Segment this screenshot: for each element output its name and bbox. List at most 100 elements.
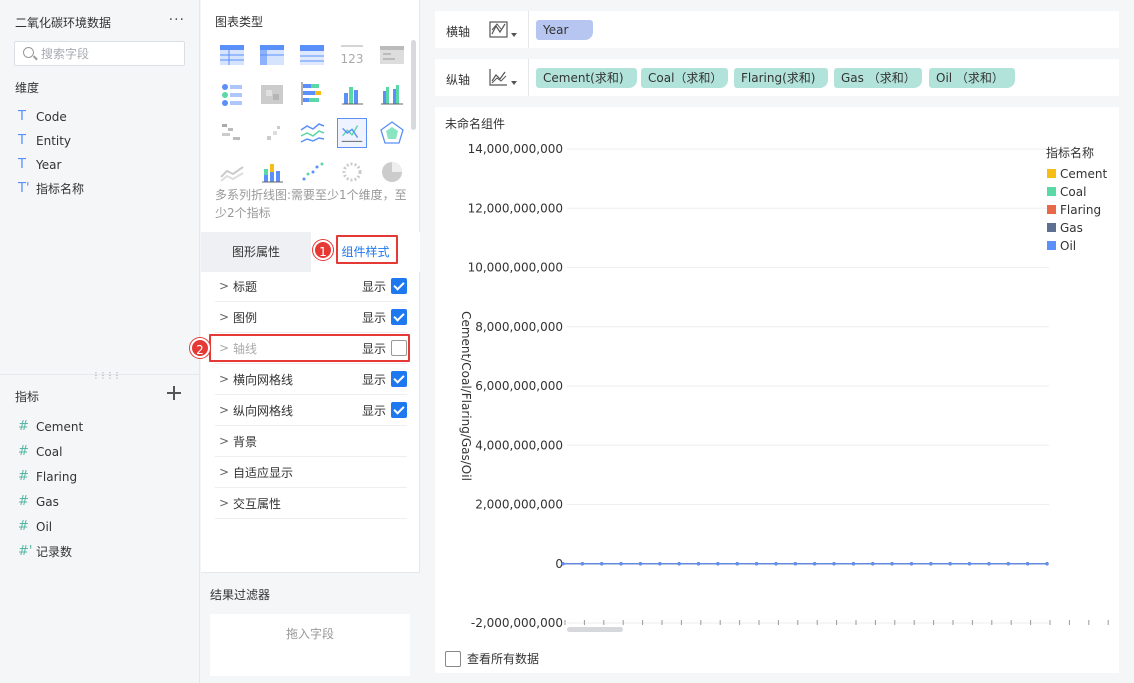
field-pill[interactable]: Flaring(求和) (734, 68, 828, 88)
text-type-icon: T (18, 157, 26, 172)
chart-type-scrollbar[interactable] (411, 40, 416, 130)
chevron-right-icon[interactable]: > (215, 341, 233, 355)
detail-table-icon[interactable] (377, 40, 407, 70)
chevron-right-icon[interactable]: > (215, 465, 233, 479)
field-pill[interactable]: Gas （求和） (834, 68, 922, 88)
area-icon[interactable] (217, 157, 247, 187)
chevron-right-icon[interactable]: > (215, 279, 233, 293)
scatter-icon[interactable] (297, 157, 327, 187)
indicator-card-icon[interactable] (217, 79, 247, 109)
dimension-list: T Code T Entity T Year T' 指标名称 (18, 105, 188, 201)
style-item[interactable]: > 图例 显示 (215, 302, 407, 333)
cross-table-icon[interactable] (257, 40, 287, 70)
measure-type-icon: # (18, 418, 29, 434)
dimension-field[interactable]: T' 指标名称 (18, 177, 188, 201)
legend-swatch (1047, 205, 1056, 214)
field-label: Coal (36, 444, 63, 459)
more-icon[interactable]: ··· (169, 12, 185, 28)
data-point (658, 562, 662, 566)
show-checkbox[interactable] (391, 309, 407, 325)
field-search[interactable] (14, 41, 185, 66)
data-point (793, 562, 797, 566)
style-item[interactable]: > 交互属性 (215, 488, 407, 519)
field-pill[interactable]: Oil （求和） (929, 68, 1015, 88)
svg-text:123: 123 (341, 52, 364, 66)
table-icon[interactable] (217, 40, 247, 70)
multi-series-line-icon[interactable] (337, 118, 367, 148)
show-checkbox[interactable] (391, 371, 407, 387)
style-item[interactable]: > 自适应显示 (215, 457, 407, 488)
data-point (735, 562, 739, 566)
y-axis-separator (528, 59, 529, 96)
column-icon[interactable] (337, 79, 367, 109)
grouped-column-icon[interactable] (377, 79, 407, 109)
measures-title: 指标 (15, 390, 40, 404)
stacked-column-icon[interactable] (257, 157, 287, 187)
chevron-right-icon[interactable]: > (215, 403, 233, 417)
data-point (871, 562, 875, 566)
data-point (696, 562, 701, 566)
style-item[interactable]: > 横向网格线 显示 (215, 364, 407, 395)
show-checkbox[interactable] (391, 402, 407, 418)
result-filter-title: 结果过滤器 (210, 588, 271, 602)
scatter-small-icon[interactable] (257, 118, 287, 148)
stacked-bar-icon[interactable] (297, 79, 327, 109)
grouped-table-icon[interactable] (297, 40, 327, 70)
chevron-right-icon[interactable]: > (215, 496, 233, 510)
tab-graphic-properties[interactable]: 图形属性 (201, 232, 311, 272)
style-item-label: 自适应显示 (233, 465, 294, 480)
y-tick-label: 8,000,000,000 (475, 320, 563, 334)
y-axis-chart-icon[interactable] (488, 67, 518, 89)
measure-field[interactable]: #' 记录数 (18, 539, 188, 564)
drag-handle-icon[interactable]: ⋮⋮⋮⋮ (92, 371, 121, 380)
data-point (909, 562, 914, 566)
data-point (929, 562, 933, 566)
measure-field[interactable]: # Cement (18, 414, 188, 439)
view-all-data[interactable]: 查看所有数据 (445, 650, 539, 667)
x-axis-chart-icon[interactable] (488, 19, 518, 41)
show-checkbox[interactable] (391, 278, 407, 294)
chevron-right-icon[interactable]: > (215, 372, 233, 386)
radar-icon[interactable] (377, 118, 407, 148)
data-point (987, 562, 991, 566)
chevron-right-icon[interactable]: > (215, 434, 233, 448)
filter-drop-zone[interactable]: 拖入字段 (210, 614, 410, 676)
style-item[interactable]: > 纵向网格线 显示 (215, 395, 407, 426)
y-axis-bar: 纵轴 Cement(求和) Coal（求和） Flaring(求和) Gas （求和）… (435, 59, 1119, 96)
step-badge-2: 2 (190, 338, 210, 358)
pie-icon[interactable] (377, 157, 407, 187)
kpi-number-icon[interactable]: 123 (337, 40, 367, 70)
field-label: Flaring (36, 469, 78, 484)
dimension-field[interactable]: T Entity (18, 129, 188, 153)
field-pill[interactable]: Year (536, 20, 593, 40)
field-pill[interactable]: Coal（求和） (641, 68, 728, 88)
measure-type-icon: # (18, 493, 29, 509)
measure-field[interactable]: # Flaring (18, 464, 188, 489)
config-panel: 图表类型 123 多系列折线图:需要至少1个维度，至少2个指标 图形属性 组件样… (190, 0, 420, 683)
dot-ring-icon[interactable] (337, 157, 367, 187)
dimension-field[interactable]: T Year (18, 153, 188, 177)
data-point (561, 562, 565, 566)
view-all-checkbox[interactable] (445, 650, 461, 667)
line-chart: 14,000,000,000 12,000,000,000 10,000,000,0… (459, 142, 1109, 632)
heat-table-icon[interactable] (257, 79, 287, 109)
measure-field[interactable]: # Oil (18, 514, 188, 539)
search-icon (23, 47, 34, 58)
measure-type-icon: # (18, 443, 29, 459)
search-input[interactable] (41, 45, 181, 62)
style-item[interactable]: > 背景 (215, 426, 407, 457)
add-measure-icon[interactable] (167, 386, 181, 400)
data-point (851, 562, 855, 566)
show-checkbox[interactable] (391, 340, 407, 356)
style-item[interactable]: > 轴线 显示 (215, 333, 407, 364)
data-point (716, 562, 720, 566)
measure-field[interactable]: # Gas (18, 489, 188, 514)
dimension-field[interactable]: T Code (18, 105, 188, 129)
multi-line-icon[interactable] (297, 118, 327, 148)
field-pill[interactable]: Cement(求和) (536, 68, 637, 88)
data-point (619, 562, 623, 566)
chevron-right-icon[interactable]: > (215, 310, 233, 324)
style-item[interactable]: > 标题 显示 (215, 271, 407, 302)
waterfall-icon[interactable] (217, 118, 247, 148)
measure-field[interactable]: # Coal (18, 439, 188, 464)
